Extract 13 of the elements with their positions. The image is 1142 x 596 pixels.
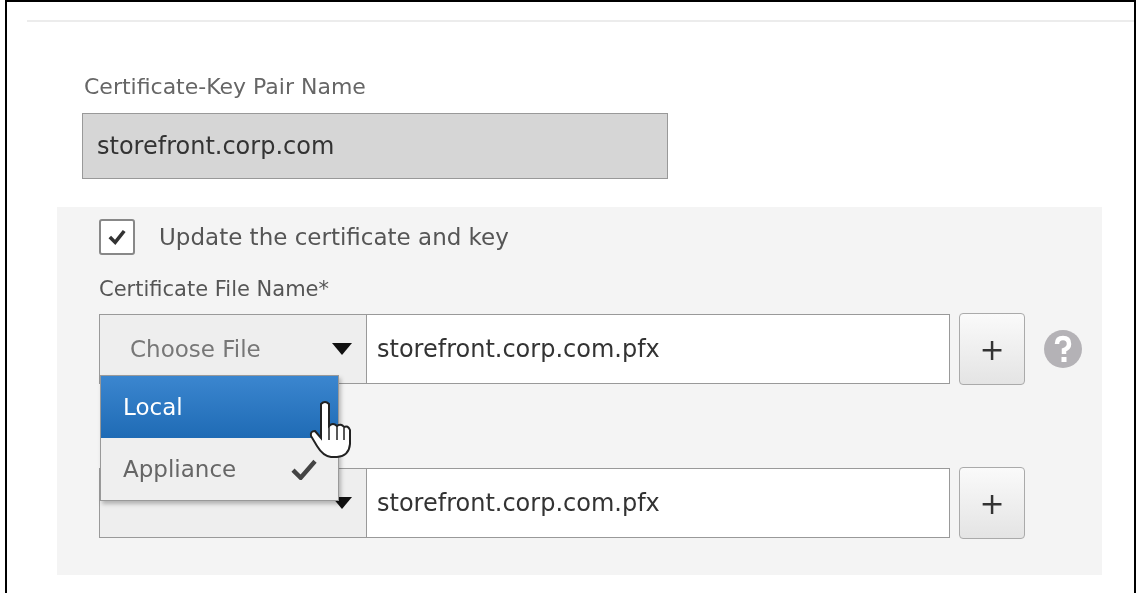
add-button[interactable]: + — [959, 467, 1025, 539]
field-label: Certificate File Name* — [99, 277, 331, 301]
checkbox-label: Update the certificate and key — [159, 224, 509, 250]
dropdown-option[interactable]: Appliance — [101, 438, 338, 500]
hand-cursor-icon — [309, 400, 353, 460]
file-name-field[interactable]: storefront.corp.com.pfx — [367, 314, 950, 384]
file-source-select[interactable]: Choose File — [99, 314, 367, 384]
file-name-field[interactable]: storefront.corp.com.pfx — [367, 468, 950, 538]
field-label: Certificate-Key Pair Name — [84, 74, 367, 99]
add-button[interactable]: + — [959, 313, 1025, 385]
caret-icon — [332, 343, 352, 355]
dropdown-option[interactable]: Local — [101, 376, 338, 438]
checkbox[interactable] — [99, 219, 135, 255]
